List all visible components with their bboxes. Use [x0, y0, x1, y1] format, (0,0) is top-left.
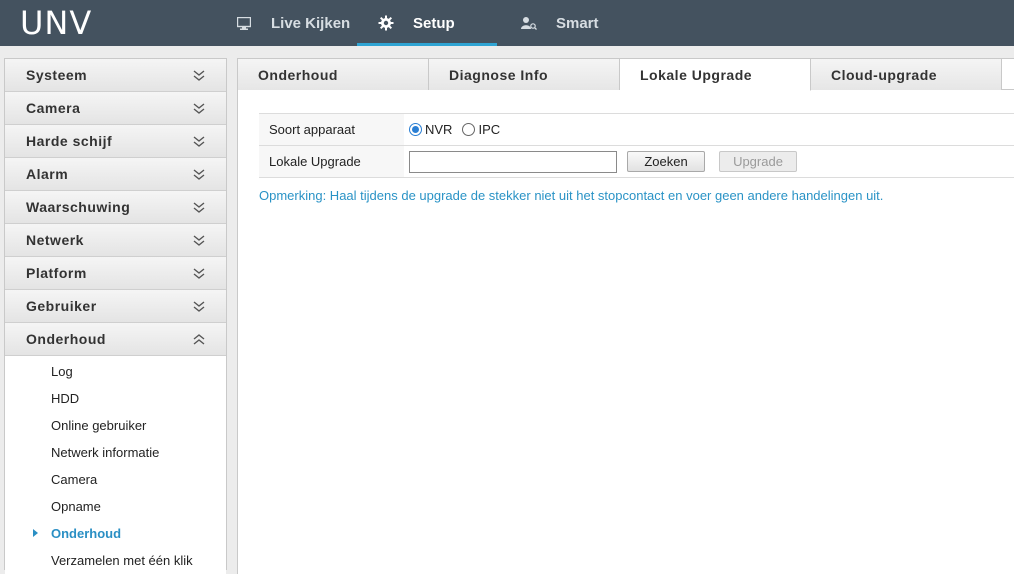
sidebar-group-label: Onderhoud: [26, 331, 106, 347]
sidebar-group-netwerk[interactable]: Netwerk: [5, 224, 226, 257]
nav-smart-label: Smart: [556, 14, 599, 32]
nav-setup[interactable]: Setup: [377, 0, 455, 46]
sidebar-item-label: Netwerk informatie: [51, 445, 160, 460]
sidebar-group-label: Gebruiker: [26, 298, 97, 314]
nav-live-view[interactable]: Live Kijken: [235, 0, 350, 46]
double-chevron-down-icon: [192, 200, 206, 214]
sidebar-group-gebruiker[interactable]: Gebruiker: [5, 290, 226, 323]
tab-onderhoud[interactable]: Onderhoud: [238, 59, 429, 90]
sidebar-item-verzamelen[interactable]: Verzamelen met één klik: [5, 547, 226, 574]
sidebar-group-label: Alarm: [26, 166, 69, 182]
local-upgrade-label: Lokale Upgrade: [259, 146, 404, 177]
radio-button-checked-icon: [409, 123, 422, 136]
radio-nvr-label: NVR: [425, 122, 453, 137]
sidebar-group-waarschuwing[interactable]: Waarschuwing: [5, 191, 226, 224]
sidebar-group-label: Camera: [26, 100, 81, 116]
tab-label: Lokale Upgrade: [640, 66, 753, 83]
sidebar-item-log[interactable]: Log: [5, 358, 226, 385]
double-chevron-down-icon: [192, 266, 206, 280]
sidebar-item-label: Opname: [51, 499, 101, 514]
radio-ipc-label: IPC: [478, 122, 501, 137]
sidebar-item-label: Verzamelen met één klik: [51, 553, 193, 568]
gear-icon: [377, 14, 395, 32]
double-chevron-down-icon: [192, 101, 206, 115]
logo-text: UNV: [20, 4, 93, 42]
browse-button[interactable]: Zoeken: [627, 151, 705, 172]
nav-setup-label: Setup: [413, 14, 455, 32]
sidebar-group-harde-schijf[interactable]: Harde schijf: [5, 125, 226, 158]
sidebar-item-label: HDD: [51, 391, 80, 406]
tab-bar: Onderhoud Diagnose Info Lokale Upgrade C…: [238, 59, 1014, 91]
sidebar-item-label: Log: [51, 364, 73, 379]
upgrade-file-input[interactable]: [409, 150, 617, 173]
double-chevron-down-icon: [192, 299, 206, 313]
sidebar-group-label: Harde schijf: [26, 133, 113, 149]
unv-logo: UNV: [20, 6, 92, 40]
upgrade-button[interactable]: Upgrade: [719, 151, 797, 172]
sidebar-item-onderhoud[interactable]: Onderhoud: [5, 520, 226, 547]
sidebar-item-label: Onderhoud: [51, 526, 122, 541]
radio-button-unchecked-icon: [462, 123, 476, 136]
double-chevron-down-icon: [192, 68, 206, 82]
person-search-icon: [520, 14, 538, 32]
sidebar-group-platform[interactable]: Platform: [5, 257, 226, 290]
double-chevron-down-icon: [192, 134, 206, 148]
sidebar-item-label: Online gebruiker: [51, 418, 147, 433]
double-chevron-down-icon: [192, 167, 206, 181]
local-upgrade-row: Lokale Upgrade Zoeken Upgrade: [259, 146, 1014, 178]
tab-label: Cloud-upgrade: [831, 66, 938, 83]
active-nav-indicator: [357, 43, 497, 46]
local-upgrade-controls: Zoeken Upgrade: [404, 146, 797, 177]
sidebar-group-label: Platform: [26, 265, 87, 281]
nav-smart[interactable]: Smart: [520, 0, 599, 46]
sidebar-group-onderhoud[interactable]: Onderhoud: [5, 323, 226, 356]
double-chevron-up-icon: [192, 332, 206, 346]
radio-nvr[interactable]: NVR: [409, 122, 452, 137]
device-type-row: Soort apparaat NVR IPC: [259, 114, 1014, 146]
sidebar-group-label: Waarschuwing: [26, 199, 131, 215]
tab-label: Onderhoud: [258, 66, 338, 83]
tab-lokale-upgrade[interactable]: Lokale Upgrade: [620, 59, 811, 91]
sidebar-item-label: Camera: [51, 472, 98, 487]
sidebar-item-hdd[interactable]: HDD: [5, 385, 226, 412]
device-type-options: NVR IPC: [404, 114, 510, 145]
radio-ipc[interactable]: IPC: [462, 122, 500, 137]
sidebar-item-camera[interactable]: Camera: [5, 466, 226, 493]
sidebar-group-systeem[interactable]: Systeem: [5, 59, 226, 92]
tab-diagnose-info[interactable]: Diagnose Info: [429, 59, 620, 90]
sidebar-group-label: Systeem: [26, 67, 88, 83]
tab-cloud-upgrade[interactable]: Cloud-upgrade: [811, 59, 1002, 90]
monitor-icon: [235, 14, 253, 32]
sidebar-menu: Systeem Camera Harde schijf Alarm Waarsc…: [4, 58, 227, 574]
tab-label: Diagnose Info: [449, 66, 549, 83]
active-item-arrow-icon: [33, 529, 38, 537]
sidebar-item-netwerk-informatie[interactable]: Netwerk informatie: [5, 439, 226, 466]
double-chevron-down-icon: [192, 233, 206, 247]
upgrade-warning-note: Opmerking: Haal tijdens de upgrade de st…: [259, 188, 884, 203]
sidebar-group-camera[interactable]: Camera: [5, 92, 226, 125]
sidebar-item-opname[interactable]: Opname: [5, 493, 226, 520]
sidebar-group-label: Netwerk: [26, 232, 84, 248]
sidebar-item-online-gebruiker[interactable]: Online gebruiker: [5, 412, 226, 439]
top-navigation-bar: UNV Live Kijken Setup Smart: [0, 0, 1014, 46]
upgrade-form: Soort apparaat NVR IPC Lokale Upgrade Zo…: [259, 113, 1014, 178]
main-content-panel: Onderhoud Diagnose Info Lokale Upgrade C…: [237, 58, 1014, 574]
device-type-label: Soort apparaat: [259, 114, 404, 145]
nav-live-view-label: Live Kijken: [271, 14, 351, 32]
sidebar-group-alarm[interactable]: Alarm: [5, 158, 226, 191]
sidebar-submenu-onderhoud: Log HDD Online gebruiker Netwerk informa…: [5, 356, 226, 574]
